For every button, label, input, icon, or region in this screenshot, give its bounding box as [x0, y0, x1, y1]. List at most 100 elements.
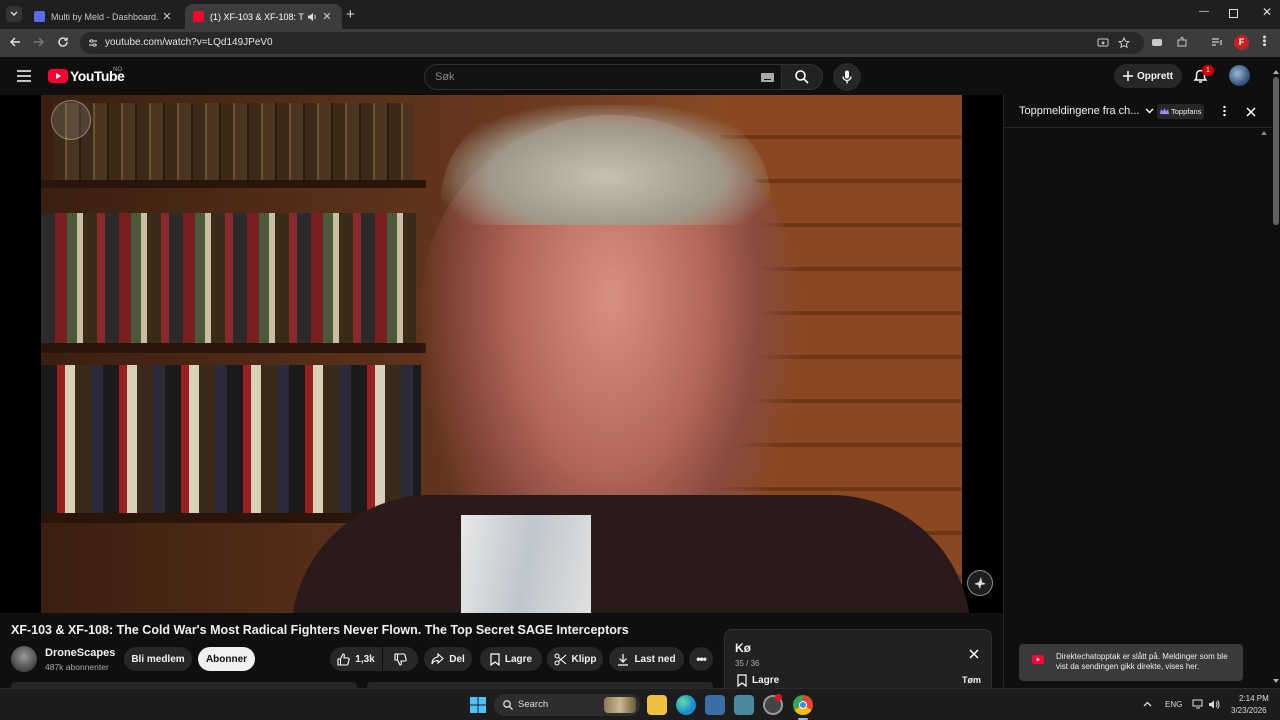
branding-watermark-icon[interactable] [967, 570, 993, 596]
like-button[interactable]: 1,3k [330, 647, 382, 671]
scroll-down-arrow-icon[interactable] [1273, 679, 1279, 684]
network-icon[interactable] [1192, 699, 1204, 710]
input-language[interactable]: ENG [1165, 700, 1182, 709]
channel-name[interactable]: DroneScapes [45, 647, 115, 659]
taskbar-search-label: Search [518, 699, 549, 710]
more-options-icon[interactable] [1223, 105, 1226, 117]
video-frame [41, 95, 971, 613]
media-controls-icon[interactable] [1211, 36, 1223, 48]
bookmark-star-icon[interactable] [1118, 37, 1130, 49]
keyboard-icon[interactable] [761, 73, 774, 82]
address-bar[interactable]: youtube.com/watch?v=LQd149JPeV0 [80, 32, 1144, 54]
url-text: youtube.com/watch?v=LQd149JPeV0 [105, 37, 273, 48]
back-icon[interactable] [9, 36, 21, 48]
dislike-button[interactable] [383, 647, 418, 671]
queue-clear-button[interactable]: Tøm [962, 675, 981, 685]
clip-button[interactable]: Klipp [547, 647, 603, 671]
scissors-icon [554, 653, 566, 665]
settings-app-icon[interactable] [763, 694, 783, 715]
channel-avatar[interactable] [11, 646, 37, 672]
queue-save-label: Lagre [752, 675, 780, 686]
clip-label: Klipp [571, 653, 597, 665]
app-badge [775, 694, 782, 701]
close-window-button[interactable]: ✕ [1262, 5, 1272, 19]
close-tab-icon[interactable]: ✕ [320, 10, 334, 23]
new-tab-button[interactable]: + [346, 6, 355, 23]
tab-search-button[interactable] [6, 6, 22, 22]
chrome-center-icon [799, 701, 807, 709]
clock-time[interactable]: 2:14 PM [1239, 694, 1269, 703]
page-scrollbar[interactable] [1272, 65, 1280, 690]
site-info-icon[interactable] [88, 38, 98, 48]
clock-date[interactable]: 3/23/2026 [1231, 706, 1267, 715]
share-icon [431, 653, 445, 665]
share-label: Del [449, 653, 465, 665]
meld-favicon-icon [34, 11, 45, 22]
scroll-up-arrow-icon[interactable] [1273, 69, 1279, 74]
speaker-icon[interactable] [307, 12, 317, 22]
crown-icon [1160, 108, 1169, 114]
youtube-header: YouTube NO Søk 1 [0, 57, 1280, 95]
browser-tab-meld[interactable]: Multi by Meld - Dashboard. ✕ [26, 4, 182, 29]
search-button[interactable] [781, 64, 823, 90]
windows-taskbar: Search ENG 2:14 PM 3/23/2026 [0, 688, 1280, 720]
start-button[interactable] [470, 697, 486, 713]
chrome-browser-icon[interactable] [793, 695, 813, 715]
interviewee-suit [291, 495, 971, 613]
top-fans-badge[interactable]: Toppfans [1157, 104, 1205, 119]
browser-menu-icon[interactable]: ••• [1258, 35, 1270, 47]
profile-avatar[interactable]: F [1234, 35, 1249, 50]
close-icon[interactable] [969, 649, 979, 659]
download-button[interactable]: Last ned [609, 647, 684, 671]
save-button[interactable]: Lagre [480, 647, 542, 671]
forward-icon[interactable] [33, 36, 45, 48]
tab-title: Multi by Meld - Dashboard. [51, 11, 159, 22]
extension-meld-icon[interactable] [1151, 36, 1163, 48]
video-player[interactable] [0, 95, 1003, 613]
show-hidden-icons-chevron-icon[interactable] [1143, 701, 1152, 707]
chat-mode-title[interactable]: Toppmeldingene fra ch... [1019, 105, 1139, 117]
close-tab-icon[interactable]: ✕ [160, 10, 174, 23]
chat-scroll-up-icon[interactable] [1261, 130, 1267, 135]
minimize-button[interactable]: — [1199, 6, 1209, 17]
join-button[interactable]: Bli medlem [124, 647, 192, 671]
interviewee-shirt [461, 515, 591, 613]
subscribe-button[interactable]: Abonner [198, 647, 255, 671]
scrollbar-thumb[interactable] [1273, 77, 1279, 225]
extensions-puzzle-icon[interactable] [1176, 36, 1188, 48]
browser-tab-youtube[interactable]: (1) XF-103 & XF-108: The C ✕ [185, 4, 342, 29]
close-icon[interactable] [1246, 107, 1256, 117]
voice-search-button[interactable] [833, 63, 861, 91]
install-app-icon[interactable] [1097, 37, 1109, 49]
book-row [41, 365, 421, 513]
chat-header: Toppmeldingene fra ch... Toppfans [1004, 95, 1273, 128]
book-row [41, 213, 416, 343]
search-icon [503, 700, 513, 710]
youtube-favicon-icon [193, 11, 204, 22]
queue-save-button[interactable]: Lagre [737, 674, 779, 687]
edge-browser-icon[interactable] [676, 695, 696, 715]
interviewee-hair [441, 105, 771, 225]
reload-icon[interactable] [57, 36, 69, 48]
download-icon [618, 653, 629, 666]
search-input[interactable]: Søk [424, 64, 787, 90]
share-button[interactable]: Del [424, 647, 472, 671]
chevron-down-icon[interactable] [1145, 108, 1154, 114]
live-chat-panel: Toppmeldingene fra ch... Toppfans [1003, 95, 1273, 687]
notifications-button[interactable]: 1 [1193, 65, 1214, 84]
volume-icon[interactable] [1208, 699, 1220, 710]
channel-watermark-icon [51, 100, 91, 140]
chat-replay-toast: Direktechatopptak er slått på. Meldinger… [1019, 644, 1243, 681]
create-button[interactable]: Opprett [1114, 64, 1182, 88]
account-avatar[interactable] [1229, 65, 1250, 86]
hamburger-menu-icon[interactable] [17, 70, 31, 82]
photos-app-icon[interactable] [734, 695, 754, 715]
more-actions-button[interactable]: ••• [689, 647, 713, 671]
restore-button[interactable] [1229, 9, 1238, 18]
file-explorer-icon[interactable] [647, 695, 667, 715]
save-label: Lagre [504, 653, 533, 665]
store-app-icon[interactable] [705, 695, 725, 715]
thumbs-down-icon [394, 652, 407, 666]
bookmark-icon [737, 674, 747, 687]
taskbar-search[interactable]: Search [494, 694, 640, 716]
